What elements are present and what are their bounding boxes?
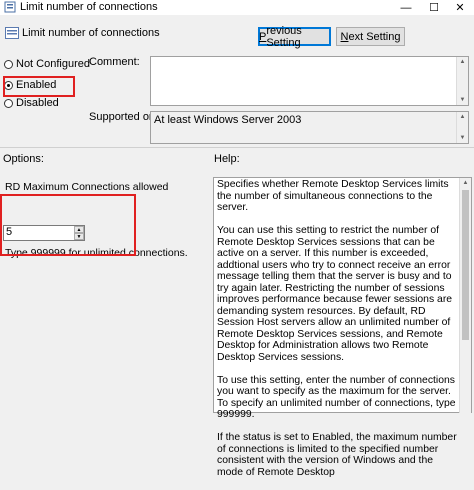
radio-not-configured-circle[interactable] — [4, 59, 13, 69]
supported-label: Supported on: — [89, 111, 159, 123]
section-divider — [0, 147, 474, 148]
radio-disabled-label: Disabled — [16, 97, 59, 109]
help-text: Specifies whether Remote Desktop Service… — [217, 179, 457, 490]
previous-setting-label: revious Setting — [266, 24, 302, 49]
close-button[interactable]: ✕ — [446, 0, 474, 15]
comment-textarea[interactable] — [150, 56, 469, 106]
scroll-up-icon[interactable]: ▲ — [460, 178, 471, 188]
help-label: Help: — [214, 153, 240, 165]
setting-icon — [5, 27, 19, 39]
enabled-highlight-box — [3, 76, 75, 97]
comment-scrollbar[interactable]: ▲ ▼ — [456, 57, 468, 105]
radio-not-configured-label: Not Configured — [16, 58, 90, 70]
supported-scrollbar[interactable]: ▲ ▼ — [456, 112, 468, 143]
scroll-up-icon[interactable]: ▲ — [457, 57, 468, 67]
window-title: Limit number of connections — [20, 1, 158, 13]
radio-disabled[interactable]: Disabled — [4, 96, 59, 110]
help-paragraph: If the status is set to Enabled, the max… — [217, 432, 457, 478]
previous-setting-accesskey: P — [259, 30, 267, 43]
comment-label: Comment: — [89, 56, 140, 68]
scroll-down-icon[interactable]: ▼ — [457, 133, 468, 143]
options-highlight-box — [0, 194, 136, 256]
scroll-down-icon[interactable]: ▼ — [457, 95, 468, 105]
max-connections-label: RD Maximum Connections allowed — [5, 181, 169, 193]
help-scroll-thumb[interactable] — [462, 190, 469, 340]
policy-app-icon — [4, 1, 16, 13]
help-scrollbar[interactable]: ▲ — [459, 178, 471, 413]
supported-value: At least Windows Server 2003 — [154, 114, 302, 126]
help-paragraph: To use this setting, enter the number of… — [217, 374, 456, 421]
next-setting-button[interactable]: Next Setting — [336, 27, 405, 46]
radio-disabled-circle[interactable] — [4, 98, 13, 108]
help-paragraph: Specifies whether Remote Desktop Service… — [217, 179, 449, 213]
radio-not-configured[interactable]: Not Configured — [4, 57, 90, 71]
scroll-up-icon[interactable]: ▲ — [457, 112, 468, 122]
minimize-button[interactable]: — — [392, 0, 420, 15]
next-setting-accesskey: N — [340, 30, 349, 43]
maximize-button[interactable]: ☐ — [420, 0, 448, 15]
previous-setting-button[interactable]: Previous Setting — [258, 24, 331, 49]
help-paragraph: You can use this setting to restrict the… — [217, 225, 453, 363]
options-label: Options: — [3, 153, 44, 165]
setting-title: Limit number of connections — [22, 27, 160, 39]
next-setting-label: ext Setting — [348, 30, 401, 43]
